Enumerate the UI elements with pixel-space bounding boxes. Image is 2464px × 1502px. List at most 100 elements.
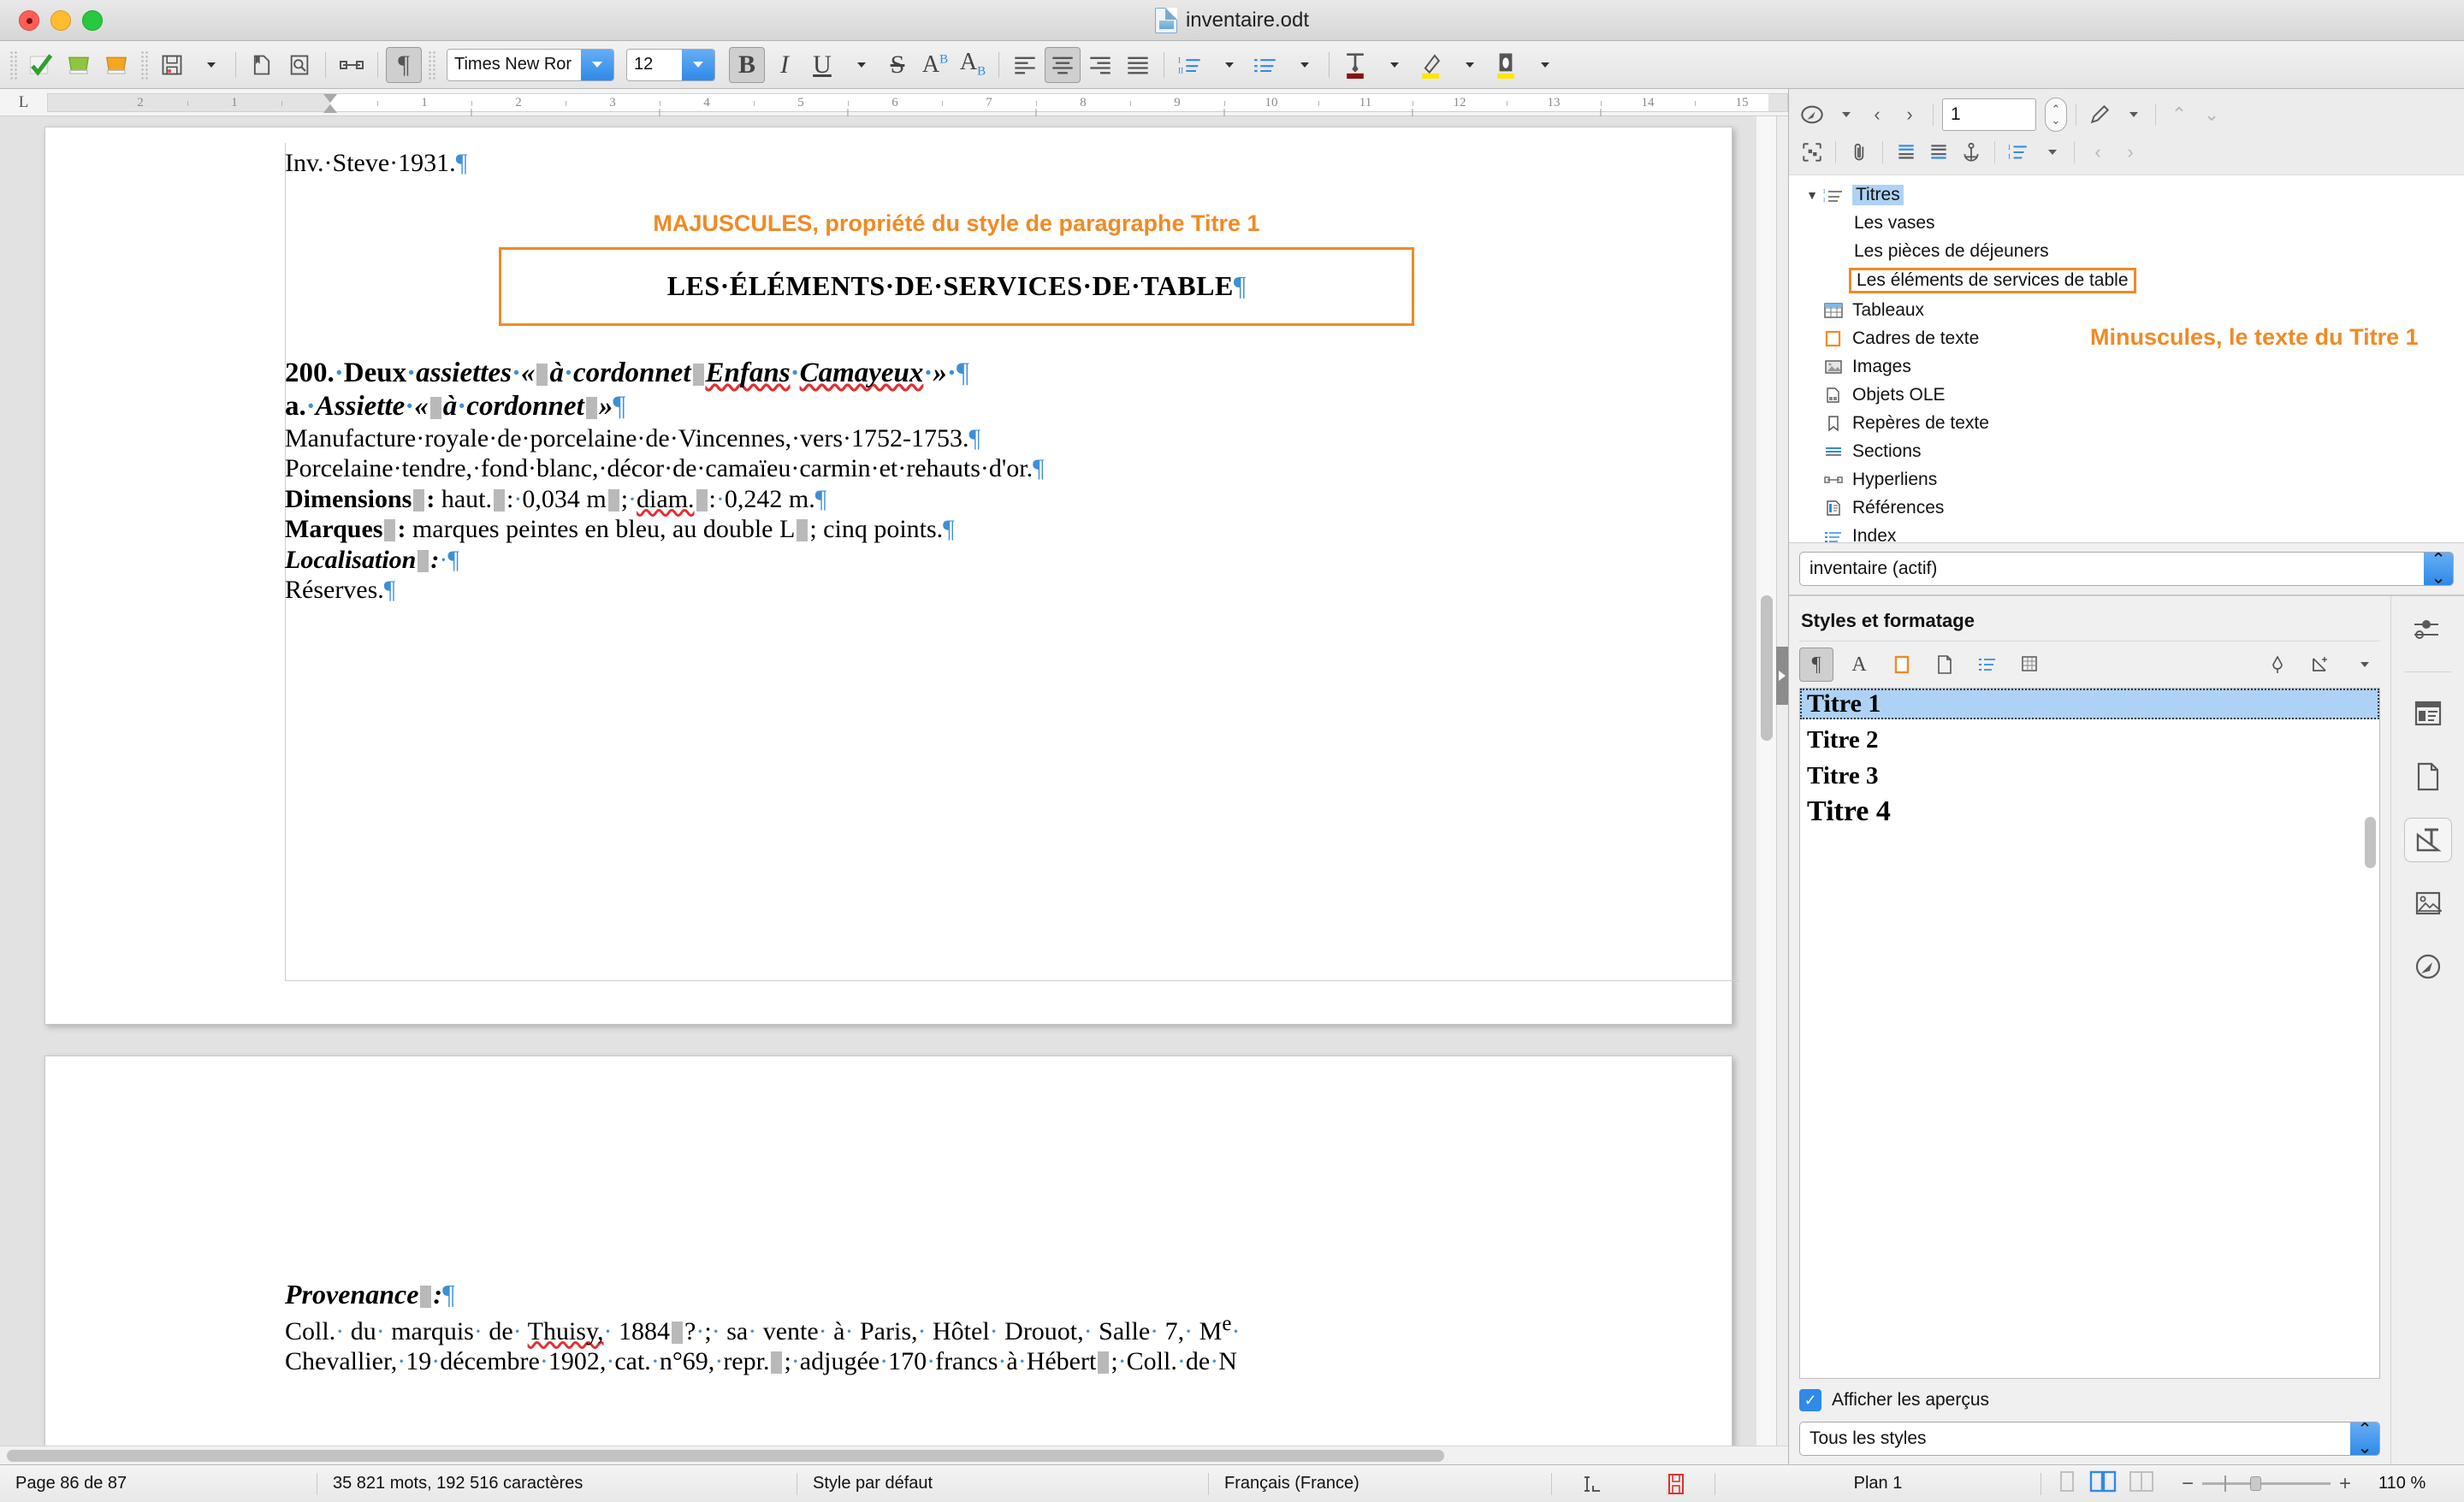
navigation-icon[interactable]	[1798, 99, 1827, 130]
page-icon[interactable]	[2404, 754, 2452, 799]
print-preview-icon[interactable]	[281, 47, 317, 83]
heading-levels-icon[interactable]: II	[2004, 137, 2033, 168]
vertical-scroll-thumb[interactable]	[1761, 595, 1773, 741]
book-view-icon[interactable]	[2129, 1470, 2154, 1498]
export-pdf-icon[interactable]	[244, 47, 280, 83]
frame-styles-icon[interactable]	[1885, 648, 1919, 682]
underline-dropdown-icon[interactable]	[842, 47, 878, 83]
previous-icon[interactable]: ‹	[1863, 99, 1892, 130]
zoom-slider[interactable]: − +	[2170, 1472, 2363, 1496]
navigation-dropdown-icon[interactable]	[1830, 99, 1859, 130]
page-number-field[interactable]: 1	[1942, 98, 2036, 131]
save-dropdown-icon[interactable]	[192, 47, 228, 83]
minimize-button[interactable]	[50, 9, 71, 31]
navigator-tree[interactable]: ▼ II Titres Les vases Les pièces de déje…	[1789, 175, 2464, 543]
anchor-icon[interactable]	[1957, 137, 1986, 168]
toolbar-grip-3[interactable]	[428, 50, 435, 80]
character-styles-icon[interactable]: A	[1842, 648, 1876, 682]
save-icon[interactable]	[154, 47, 190, 83]
underline-icon[interactable]: U	[804, 47, 840, 83]
tree-item-tableaux[interactable]: Tableaux	[1789, 296, 2464, 324]
document-selector[interactable]: inventaire (actif) ⌃ ⌄	[1799, 552, 2454, 586]
status-word-count[interactable]: 35 821 mots, 192 516 caractères	[317, 1465, 797, 1502]
zoom-in-button[interactable]: +	[2339, 1472, 2351, 1496]
new-style-icon[interactable]	[2303, 648, 2337, 682]
bold-icon[interactable]: B	[729, 46, 765, 83]
tree-item-images[interactable]: Images	[1789, 352, 2464, 381]
background-color-icon[interactable]	[1488, 47, 1524, 83]
hyperlink-icon[interactable]	[334, 47, 370, 83]
list-styles-icon[interactable]	[1970, 648, 2005, 682]
paragraph-styles-icon[interactable]: ¶	[1799, 648, 1833, 682]
orange-book-icon[interactable]	[98, 47, 134, 83]
italic-icon[interactable]: I	[767, 47, 803, 83]
font-color-dropdown-icon[interactable]	[1375, 47, 1411, 83]
styles-icon[interactable]	[2403, 818, 2452, 862]
pane-splitter[interactable]	[1776, 116, 1788, 1464]
font-size-input[interactable]	[627, 49, 682, 80]
superscript-icon[interactable]: AB	[917, 47, 953, 83]
properties-icon[interactable]	[2404, 691, 2452, 736]
tab-stop-selector[interactable]: L	[0, 89, 47, 115]
styles-filter-select[interactable]: Tous les styles ⌃ ⌄	[1799, 1422, 2380, 1456]
document-scroll-area[interactable]: Inv.·Steve·1931.¶ MAJUSCULES, propriété …	[0, 116, 1788, 1464]
horizontal-ruler[interactable]: L 2 1 1 2 3 4 5 6 7 8 9 10 11 12 13 14 1…	[0, 89, 1788, 120]
gallery-icon[interactable]	[2404, 881, 2452, 925]
toolbar-grip-2[interactable]	[140, 50, 148, 80]
promote-icon[interactable]: ⌃	[2165, 99, 2194, 130]
style-item-titre-1[interactable]: Titre 1	[1800, 689, 2379, 719]
maximize-button[interactable]	[82, 9, 103, 31]
header-icon[interactable]	[1892, 137, 1921, 168]
style-item-titre-3[interactable]: Titre 3	[1800, 760, 2379, 791]
tree-item-references[interactable]: Références	[1789, 494, 2464, 522]
single-page-icon[interactable]	[2057, 1470, 2077, 1498]
font-name-dropdown-icon[interactable]	[581, 49, 613, 80]
font-name-input[interactable]	[447, 49, 581, 80]
zoom-handle[interactable]	[2250, 1476, 2262, 1491]
footer-icon[interactable]	[1924, 137, 1953, 168]
background-color-dropdown-icon[interactable]	[1525, 47, 1561, 83]
horizontal-scroll-thumb[interactable]	[7, 1450, 1444, 1462]
demote-icon[interactable]: ⌄	[2197, 99, 2226, 130]
zoom-out-button[interactable]: −	[2182, 1472, 2194, 1496]
align-left-icon[interactable]	[1007, 47, 1043, 83]
sidebar-settings-icon[interactable]	[2404, 608, 2452, 653]
tree-item-reperes-de-texte[interactable]: Repères de texte	[1789, 409, 2464, 437]
style-item-titre-2[interactable]: Titre 2	[1800, 724, 2379, 755]
page-1[interactable]: Inv.·Steve·1931.¶ MAJUSCULES, propriété …	[44, 127, 1739, 1025]
spelling-check-icon[interactable]	[23, 47, 59, 83]
heading-levels-dropdown-icon[interactable]	[2036, 137, 2065, 168]
styles-filter-dropdown-icon[interactable]: ⌃ ⌄	[2350, 1422, 2379, 1455]
toolbar-grip[interactable]	[9, 50, 17, 80]
align-center-icon[interactable]	[1045, 46, 1081, 83]
tree-item-les-vases[interactable]: Les vases	[1789, 209, 2464, 237]
splitter-handle[interactable]	[1776, 647, 1788, 705]
font-size-combo[interactable]	[626, 48, 715, 81]
new-style-dropdown-icon[interactable]	[2346, 648, 2380, 682]
drag-mode-icon[interactable]	[1845, 137, 1874, 168]
indent-marker[interactable]	[323, 93, 337, 113]
set-reminder-icon[interactable]	[1798, 137, 1827, 168]
tree-item-les-pieces-de-dejeuners[interactable]: Les pièces de déjeuners	[1789, 237, 2464, 265]
style-item-titre-4[interactable]: Titre 4	[1800, 795, 2379, 827]
horizontal-scrollbar[interactable]	[0, 1446, 1788, 1464]
unsaved-icon[interactable]	[1638, 1465, 1715, 1502]
unordered-list-icon[interactable]	[1247, 47, 1283, 83]
status-language[interactable]: Français (France)	[1209, 1465, 1551, 1502]
font-color-icon[interactable]	[1337, 47, 1373, 83]
tree-item-sections[interactable]: Sections	[1789, 437, 2464, 465]
page-2[interactable]: Provenance:¶ Coll.· du· marquis· de· Thu…	[44, 1056, 1732, 1464]
styles-list-scroll-thumb[interactable]	[2365, 817, 2376, 868]
ordered-list-icon[interactable]: I II	[1172, 47, 1208, 83]
navigator-icon[interactable]	[2404, 944, 2452, 989]
formatting-marks-icon[interactable]: ¶	[386, 46, 422, 83]
page-number-spinner[interactable]: ⌃ ⌄	[2045, 98, 2067, 132]
subscript-icon[interactable]: AB	[955, 47, 991, 83]
show-previews-row[interactable]: ✓ Afficher les aperçus	[1799, 1379, 2380, 1422]
fill-format-icon[interactable]	[2260, 648, 2295, 682]
status-page-style[interactable]: Style par défaut	[797, 1465, 1208, 1502]
page-2-text[interactable]: Provenance:¶ Coll.· du· marquis· de· Thu…	[285, 1279, 1723, 1464]
next-icon[interactable]: ›	[1895, 99, 1924, 130]
move-up-icon[interactable]: ‹	[2083, 137, 2112, 168]
table-styles-icon[interactable]	[2013, 648, 2047, 682]
